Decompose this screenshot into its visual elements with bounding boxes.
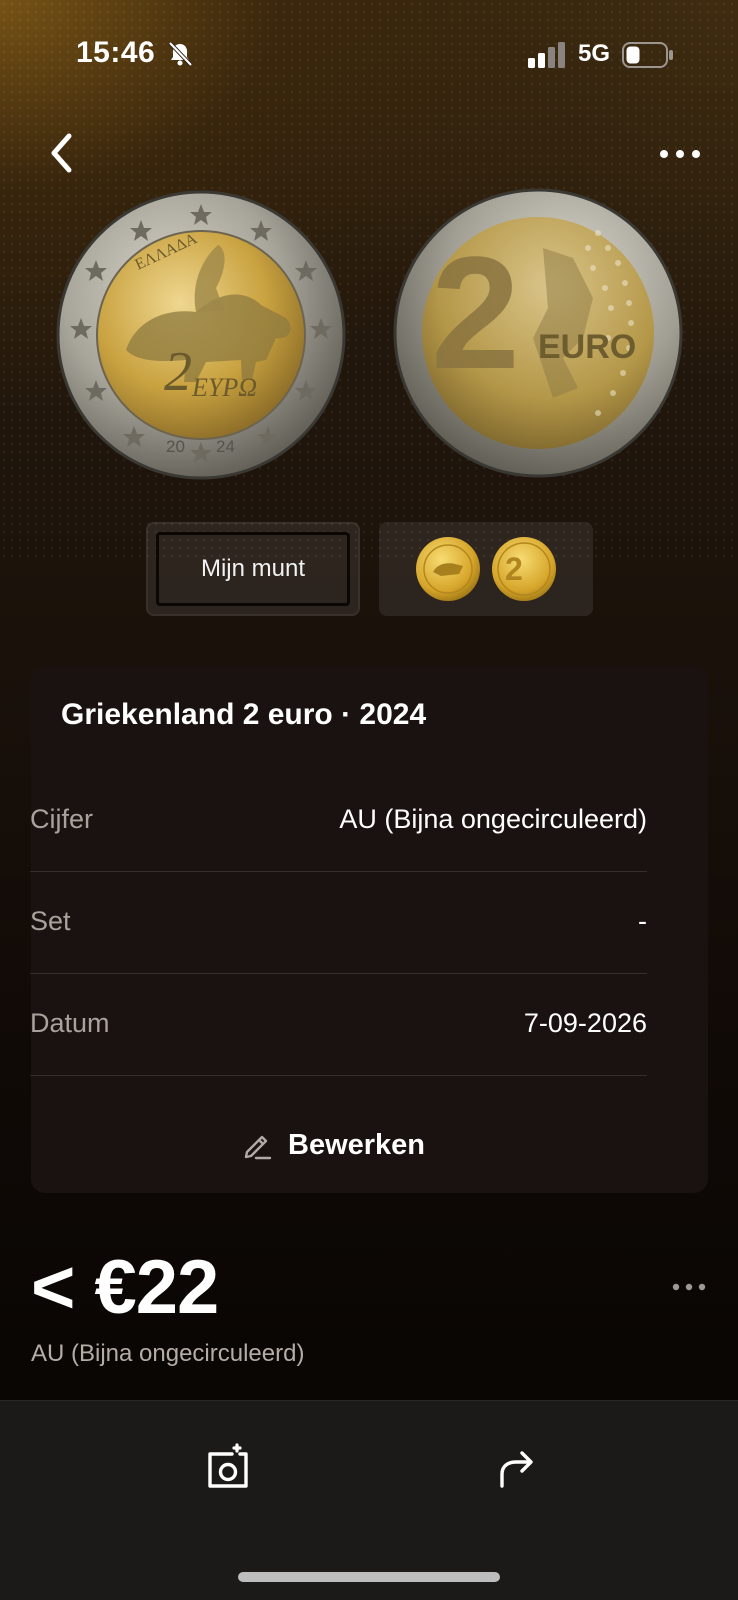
svg-text:EURO: EURO xyxy=(538,328,636,366)
share-button[interactable] xyxy=(488,1442,540,1494)
more-horizontal-icon xyxy=(672,1283,706,1291)
detail-row-grade: Cijfer AU (Bijna ongecirculeerd) xyxy=(30,770,647,872)
share-icon xyxy=(500,1451,533,1488)
reference-coin-toggle[interactable]: 2 xyxy=(379,522,593,616)
svg-text:20: 20 xyxy=(166,437,185,456)
more-options-button[interactable] xyxy=(650,134,710,174)
grade-value: AU (Bijna ongecirculeerd) xyxy=(339,804,647,834)
camera-button[interactable] xyxy=(202,1442,254,1494)
price-value: < €22 xyxy=(31,1245,219,1330)
edit-label: Bewerken xyxy=(288,1128,426,1161)
reference-coin-back-thumb: 2 xyxy=(492,537,556,601)
my-coin-toggle[interactable]: Mijn munt xyxy=(146,522,360,616)
detail-row-set: Set - xyxy=(30,872,647,974)
svg-text:EYPΩ: EYPΩ xyxy=(191,373,257,402)
svg-text:24: 24 xyxy=(216,437,235,456)
coin-title: Griekenland 2 euro · 2024 xyxy=(61,698,427,731)
price-grade: AU (Bijna ongecirculeerd) xyxy=(31,1340,305,1367)
network-type: 5G xyxy=(578,40,611,67)
set-label: Set xyxy=(30,906,71,936)
date-value: 7-09-2026 xyxy=(523,1008,647,1038)
status-bar: 15:46 5G xyxy=(0,0,738,110)
more-horizontal-icon xyxy=(660,150,700,158)
svg-text:2: 2 xyxy=(505,551,523,587)
chevron-left-icon xyxy=(51,133,72,173)
back-button[interactable] xyxy=(40,128,84,178)
coin-back-image[interactable]: 2 EURO xyxy=(393,188,683,478)
edit-button[interactable]: Bewerken xyxy=(240,1120,480,1170)
my-coin-label: Mijn munt xyxy=(200,555,306,582)
battery-icon xyxy=(622,42,673,68)
bottom-action-bar xyxy=(0,1400,738,1600)
camera-icon xyxy=(208,1443,248,1488)
reference-coin-front-thumb xyxy=(416,537,480,601)
home-indicator[interactable] xyxy=(238,1572,500,1582)
pencil-icon xyxy=(244,1135,272,1160)
price-more-button[interactable] xyxy=(664,1272,714,1302)
set-value: - xyxy=(638,906,647,936)
detail-row-date: Datum 7-09-2026 xyxy=(30,974,647,1076)
svg-text:2: 2 xyxy=(164,341,192,403)
grade-label: Cijfer xyxy=(30,804,94,834)
bell-off-icon xyxy=(168,41,193,67)
svg-text:2: 2 xyxy=(431,223,520,402)
status-time: 15:46 xyxy=(76,36,156,69)
date-label: Datum xyxy=(30,1008,110,1038)
signal-icon xyxy=(528,42,565,68)
coin-front-image[interactable]: 2 EYPΩ ΕΛΛΑΔΑ 20 24 xyxy=(56,190,346,480)
